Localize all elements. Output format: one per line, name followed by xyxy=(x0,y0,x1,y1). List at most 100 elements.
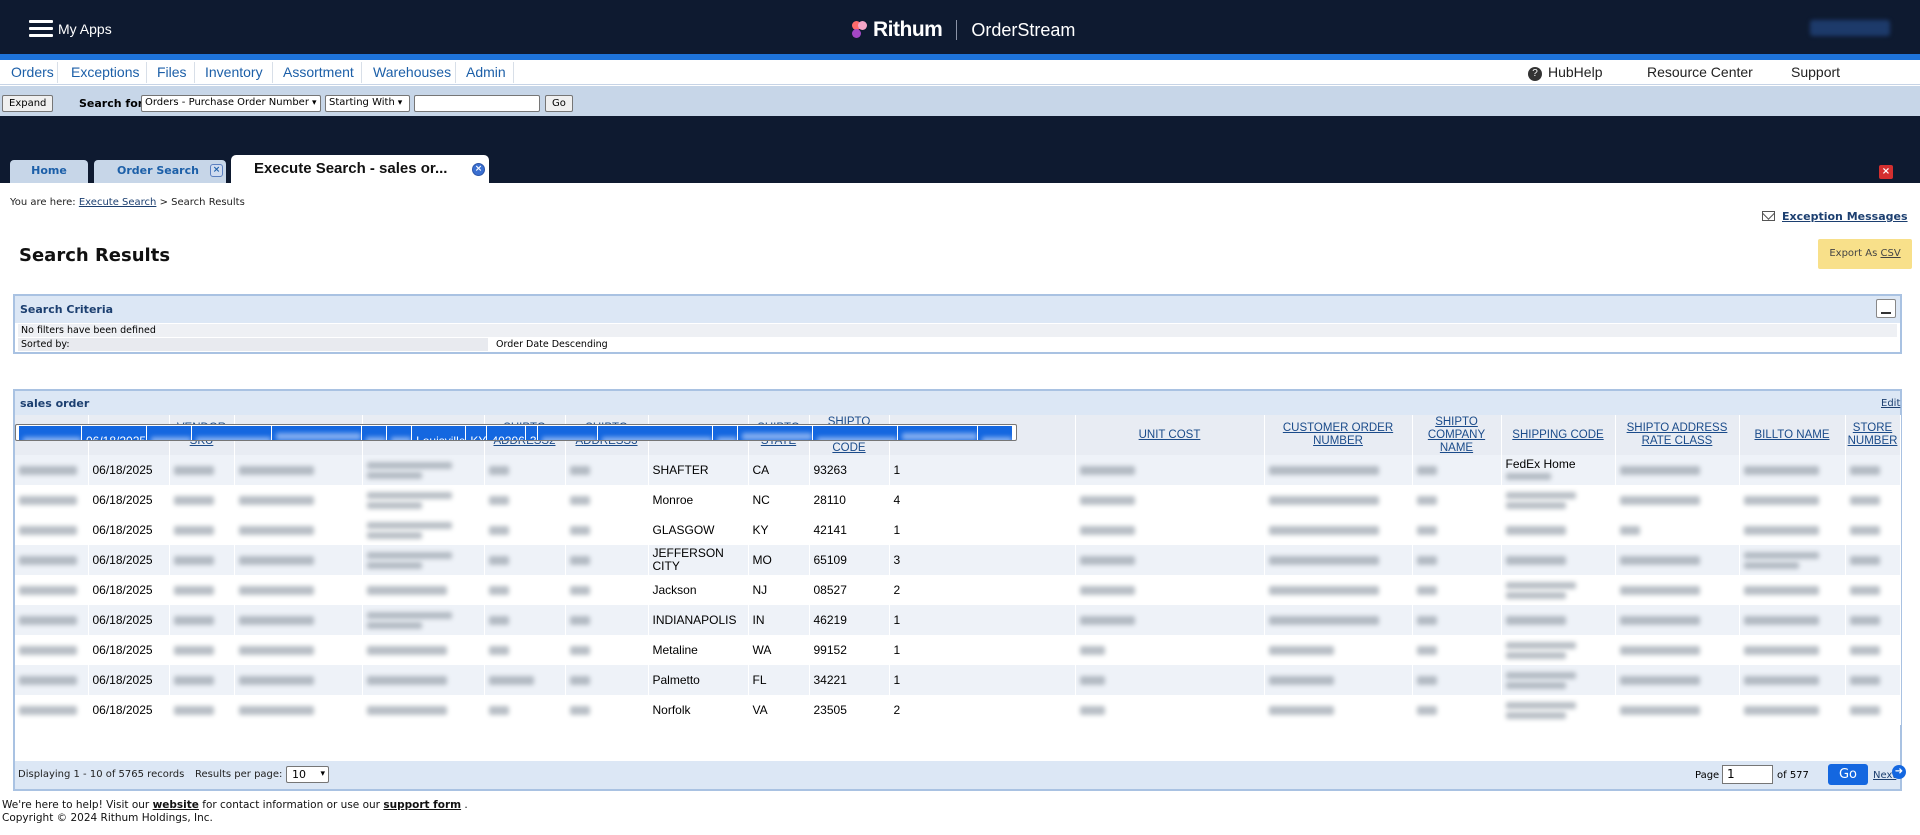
export-csv-button[interactable]: Export As CSV xyxy=(1818,239,1912,269)
table-row[interactable]: 06/18/2025 JEFFERSON CITY MO 65109 3 xyxy=(15,545,1901,575)
tab-home[interactable]: Home xyxy=(10,160,88,183)
nav-admin[interactable]: Admin xyxy=(466,64,506,80)
table-row[interactable]: 06/18/2025 SHAFTER CA 93263 1 FedEx Home xyxy=(15,455,1901,485)
sorted-by-label: Sorted by: xyxy=(18,338,488,351)
arrow-right-icon[interactable]: ➜ xyxy=(1892,765,1906,779)
footer-website-link[interactable]: website xyxy=(153,799,199,811)
redacted-value xyxy=(488,526,509,536)
cell-shipping-code xyxy=(1501,515,1616,545)
tab-execute-search[interactable]: Execute Search - sales or... xyxy=(231,155,489,183)
cell-vendor-sku xyxy=(169,545,235,575)
search-go-button[interactable]: Go xyxy=(545,95,573,112)
nav-orders[interactable]: Orders xyxy=(11,64,54,80)
table-row[interactable]: 06/18/2025 INDIANAPOLIS IN 46219 1 xyxy=(15,605,1901,635)
table-row[interactable]: 06/18/2025 Palmetto FL 34221 1 xyxy=(15,665,1901,695)
redacted-value xyxy=(1505,711,1566,719)
cell-shipto-company-name xyxy=(1412,635,1502,665)
col-shipto-company-name[interactable]: SHIPTO COMPANY NAME xyxy=(1412,415,1502,455)
cell-po-number xyxy=(15,515,89,545)
cell-shipto-company-name xyxy=(712,426,738,440)
hamburger-menu-icon[interactable] xyxy=(29,20,53,38)
redacted-value xyxy=(569,616,590,626)
nav-files[interactable]: Files xyxy=(157,64,187,80)
table-row[interactable]: 06/18/2025 Monroe NC 28110 4 xyxy=(15,485,1901,515)
redacted-value xyxy=(366,675,447,685)
expand-button[interactable]: Expand xyxy=(2,95,54,112)
redacted-value xyxy=(366,501,422,509)
close-tab-icon[interactable]: × xyxy=(210,164,223,177)
redacted-value xyxy=(1268,466,1379,476)
cell-po-number xyxy=(15,605,89,635)
user-menu[interactable] xyxy=(1810,20,1890,36)
redacted-value xyxy=(366,461,452,469)
table-row[interactable]: 06/18/2025 Louisville KY 40206 3 xyxy=(15,424,1017,441)
redacted-value xyxy=(569,496,590,506)
cell-customer-name xyxy=(234,575,363,605)
redacted-value xyxy=(23,437,81,440)
nav-exceptions[interactable]: Exceptions xyxy=(71,64,139,80)
rithum-logo-icon xyxy=(852,21,868,39)
nav-assortment[interactable]: Assortment xyxy=(283,64,354,80)
cell-shipto-address3 xyxy=(565,515,649,545)
footer-support-form-link[interactable]: support form xyxy=(383,799,461,811)
redacted-value xyxy=(366,645,447,655)
breadcrumb-link-execute-search[interactable]: Execute Search xyxy=(79,197,157,208)
match-type-select[interactable]: Starting With ▾ xyxy=(325,95,410,112)
redacted-value xyxy=(1619,586,1700,596)
cell-customer-name xyxy=(234,635,363,665)
search-input[interactable] xyxy=(414,95,540,112)
results-per-page-select[interactable]: 10 ▾ xyxy=(286,766,329,783)
redacted-value xyxy=(488,496,509,506)
cell-shipto-address2 xyxy=(484,545,566,575)
resource-center-link[interactable]: Resource Center xyxy=(1647,64,1753,80)
cell-customer-name xyxy=(234,545,363,575)
table-row[interactable]: 06/18/2025 GLASGOW KY 42141 1 xyxy=(15,515,1901,545)
support-link[interactable]: Support xyxy=(1791,64,1840,80)
collapse-icon[interactable] xyxy=(1876,299,1896,318)
cell-shipto-address1 xyxy=(362,515,485,545)
cell-shipto-address-rate-class xyxy=(1615,665,1740,695)
redacted-value xyxy=(1079,556,1135,566)
cell-shipto-address1 xyxy=(362,695,485,725)
col-customer-order-number[interactable]: CUSTOMER ORDER NUMBER xyxy=(1264,415,1413,455)
col-shipto-address-rate-class[interactable]: SHIPTO ADDRESS RATE CLASS xyxy=(1615,415,1740,455)
nav-inventory[interactable]: Inventory xyxy=(205,64,263,80)
redacted-value xyxy=(1743,495,1819,505)
cell-shipto-postal-code: 28110 xyxy=(809,485,890,515)
redacted-value xyxy=(1268,646,1334,656)
col-store-number[interactable]: STORE NUMBER xyxy=(1845,415,1901,455)
cell-billto-name xyxy=(1739,455,1846,485)
cell-order-date: 06/18/2025 xyxy=(88,515,170,545)
redacted-value xyxy=(1505,491,1576,499)
col-shipping-code[interactable]: SHIPPING CODE xyxy=(1501,415,1616,455)
edit-link[interactable]: Edit xyxy=(1881,398,1900,409)
col-unit-cost[interactable]: UNIT COST xyxy=(1075,415,1265,455)
table-row[interactable]: 06/18/2025 Metaline WA 99152 1 xyxy=(15,635,1901,665)
tab-order-search[interactable]: Order Search xyxy=(94,160,226,183)
cell-shipto-postal-code: 40206 xyxy=(486,426,526,440)
col-billto-name[interactable]: BILLTO NAME xyxy=(1739,415,1846,455)
cell-vendor-sku xyxy=(169,695,235,725)
redacted-value xyxy=(366,521,452,529)
redacted-value xyxy=(1849,676,1880,686)
close-tab-icon[interactable]: × xyxy=(472,163,485,176)
redacted-value xyxy=(366,585,447,595)
search-field-select[interactable]: Orders - Purchase Order Number ▾ xyxy=(141,95,321,112)
page-go-button[interactable]: Go xyxy=(1828,764,1868,785)
hubhelp-link[interactable]: ? HubHelp xyxy=(1528,64,1602,81)
redacted-value xyxy=(1416,586,1437,596)
table-row[interactable]: 06/18/2025 Norfolk VA 23505 2 xyxy=(15,695,1901,725)
cell-billto-name xyxy=(1739,575,1846,605)
exception-messages-link[interactable]: Exception Messages xyxy=(1782,210,1908,223)
cell-quantity: 1 xyxy=(889,635,1076,665)
table-row[interactable]: 06/18/2025 Jackson NJ 08527 2 xyxy=(15,575,1901,605)
redacted-value xyxy=(1743,675,1819,685)
my-apps-label[interactable]: My Apps xyxy=(58,21,112,37)
close-all-tabs-icon[interactable]: × xyxy=(1879,165,1893,179)
nav-warehouses[interactable]: Warehouses xyxy=(373,64,451,80)
results-table: PO NUMBER ORDER DATE VENDOR SKU CUSTOMER… xyxy=(15,415,1901,725)
cell-customer-order-number xyxy=(597,426,713,440)
page-number-input[interactable]: 1 xyxy=(1722,765,1773,784)
redacted-value xyxy=(366,611,452,619)
cell-customer-order-number xyxy=(1264,665,1413,695)
